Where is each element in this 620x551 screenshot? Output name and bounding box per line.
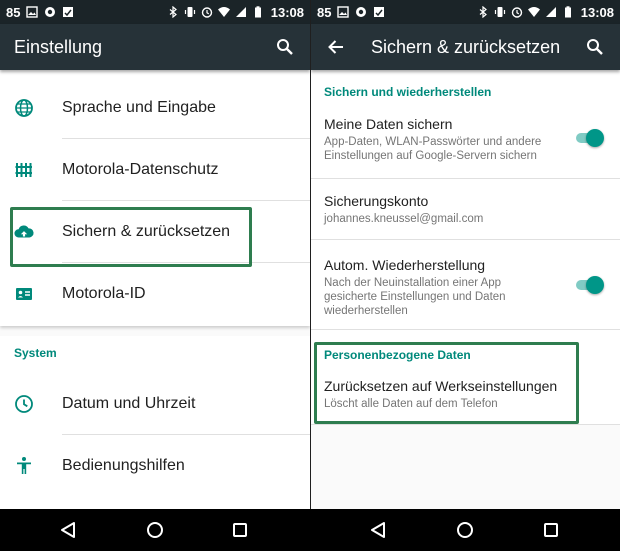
backup-account-item[interactable]: Sicherungskonto johannes.kneussel@gmail.… [311,179,620,240]
system-settings-list: System Datum und Uhrzeit Bedienungshilfe… [0,336,310,509]
settings-item-accessibility[interactable]: Bedienungshilfen [0,435,310,497]
search-icon [587,39,603,55]
image-notification-icon [337,6,350,18]
battery-icon [254,6,261,18]
divider [311,424,620,425]
item-title: Meine Daten sichern [324,116,453,132]
item-title: Sicherungskonto [324,193,429,209]
recents-square-icon [233,523,247,537]
settings-item-backup-reset[interactable]: Sichern & zurücksetzen [0,201,310,263]
back-triangle-icon [61,522,75,538]
item-subtitle: Nach der Neuinstallation einer App gesic… [324,277,506,317]
settings-item-label: Datum und Uhrzeit [62,395,196,412]
section-header-system: System [14,346,57,360]
status-bar: 85 13:08 [0,0,310,24]
backup-reset-screen: 85 13:08 Sichern & zurücksetzen Sichern … [311,0,620,509]
settings-item-language[interactable]: Sprache und Eingabe [0,77,310,139]
globe-icon [14,98,34,118]
clock-icon [14,394,34,414]
sync-notification-icon [45,7,56,17]
nav-back-button[interactable] [369,521,387,539]
auto-restore-item[interactable]: Autom. Wiederherstellung Nach der Neuins… [311,240,620,330]
settings-item-motorola-privacy[interactable]: Motorola-Datenschutz [0,139,310,201]
home-circle-icon [147,522,163,538]
backup-toggle[interactable] [574,129,604,147]
accessibility-icon [14,456,34,476]
signal-icon [235,7,246,17]
sync-notification-icon [356,7,367,17]
recents-square-icon [544,523,558,537]
battery-percent: 85 [317,4,332,20]
settings-item-date-time[interactable]: Datum und Uhrzeit [0,373,310,435]
wifi-icon [527,7,540,17]
image-notification-icon [26,6,39,18]
app-bar: Sichern & zurücksetzen [311,24,620,70]
vibrate-icon [494,7,505,17]
upload-notification-icon [63,7,74,17]
battery-percent: 85 [6,4,21,20]
item-title: Zurücksetzen auf Werkseinstellungen [324,378,558,394]
nav-home-button[interactable] [456,521,474,539]
divider [311,329,620,330]
vibrate-icon [184,7,195,17]
bluetooth-icon [479,6,487,18]
nav-recents-button[interactable] [231,521,249,539]
search-button[interactable] [584,36,606,58]
backup-settings-list: Sichern und wiederherstellen Meine Daten… [311,70,620,425]
backup-my-data-item[interactable]: Meine Daten sichern App-Daten, WLAN-Pass… [311,106,620,179]
upload-notification-icon [374,7,385,17]
toggle-thumb [586,129,604,147]
section-header-personal-data: Personenbezogene Daten [324,348,471,362]
nav-home-button[interactable] [146,521,164,539]
id-card-icon [14,284,34,304]
page-title: Sichern & zurücksetzen [371,36,561,57]
settings-item-motorola-id[interactable]: Motorola-ID [0,263,310,325]
navigation-bar [0,509,620,551]
auto-restore-toggle[interactable] [574,276,604,294]
back-button[interactable] [325,36,347,58]
toggle-thumb [586,276,604,294]
section-header-backup: Sichern und wiederherstellen [324,85,492,99]
device-settings-list: Sprache und Eingabe Motorola-Datenschutz… [0,70,310,326]
item-subtitle: Löscht alle Daten auf dem Telefon [324,398,498,410]
alarm-icon [511,7,522,18]
search-icon [277,39,293,55]
wifi-icon [217,7,230,17]
bluetooth-icon [169,6,177,18]
item-subtitle: App-Daten, WLAN-Passwörter und andere Ei… [324,136,542,162]
page-title: Einstellung [14,36,103,57]
nav-recents-button[interactable] [542,521,560,539]
battery-icon [564,6,571,18]
settings-item-label: Sprache und Eingabe [62,99,216,116]
settings-screen: 85 13:08 Einstellung Sprache und Eingabe [0,0,310,509]
back-triangle-icon [371,522,385,538]
clock-time: 13:08 [580,4,614,20]
item-subtitle: johannes.kneussel@gmail.com [324,213,484,225]
home-circle-icon [457,522,473,538]
status-bar: 85 13:08 [311,0,620,24]
settings-item-label: Bedienungshilfen [62,457,185,474]
fence-icon [14,160,34,180]
settings-item-label: Motorola-Datenschutz [62,161,219,178]
search-button[interactable] [274,36,296,58]
back-arrow-icon [328,40,343,54]
app-bar: Einstellung [0,24,310,70]
clock-time: 13:08 [270,4,304,20]
nav-back-button[interactable] [59,521,77,539]
signal-icon [545,7,556,17]
settings-item-label: Motorola-ID [62,285,146,302]
factory-reset-item[interactable]: Zurücksetzen auf Werkseinstellungen Lösc… [311,366,620,425]
cloud-upload-icon [14,222,34,242]
item-title: Autom. Wiederherstellung [324,257,486,273]
alarm-icon [201,7,212,18]
settings-item-label: Sichern & zurücksetzen [62,223,231,240]
